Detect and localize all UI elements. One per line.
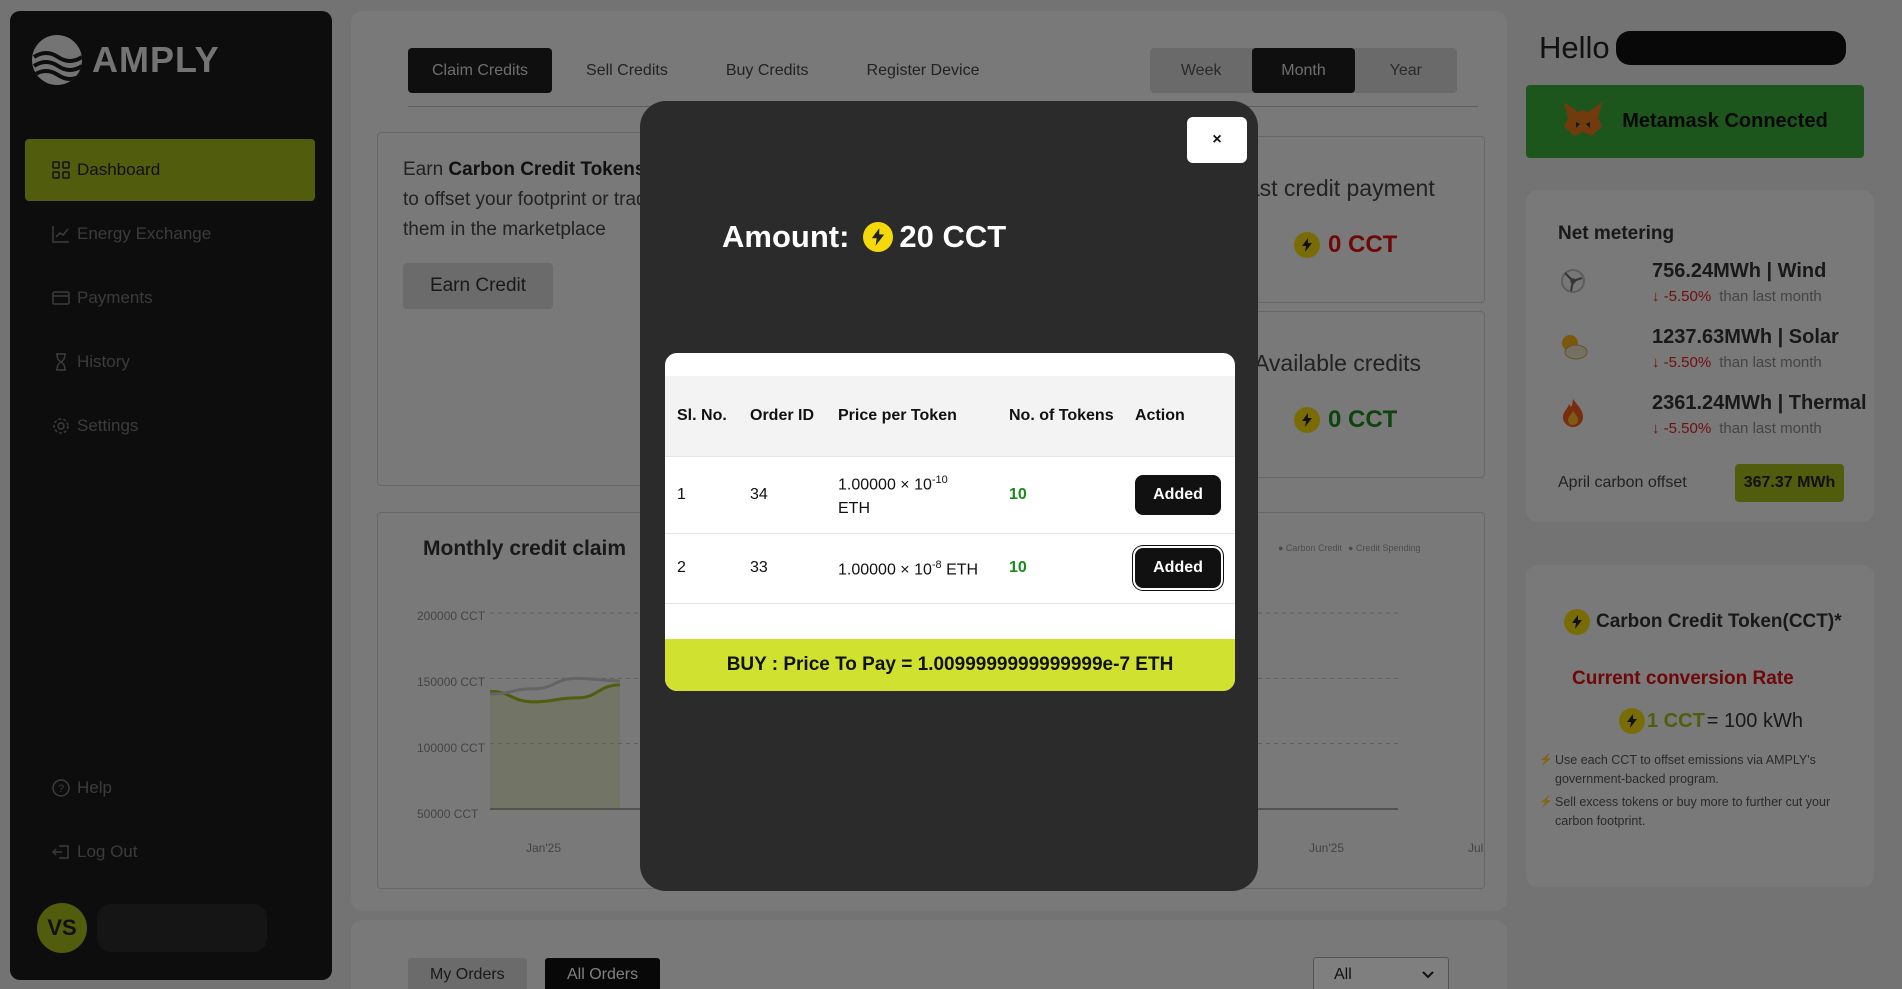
table-row: 1 34 1.00000 × 10-10 ETH 10 Added	[665, 456, 1235, 533]
amount-label: Amount:	[722, 219, 850, 254]
cell-price: 1.00000 × 10-10 ETH	[838, 473, 948, 518]
cell-action: Added	[1123, 533, 1235, 603]
amount-display: Amount: 20 CCT	[722, 219, 1006, 255]
buy-button[interactable]: BUY : Price To Pay = 1.0099999999999999e…	[665, 639, 1235, 691]
selected-orders-table: Sl. No. Order ID Price per Token No. of …	[665, 353, 1235, 691]
col-price: Price per Token	[838, 406, 957, 424]
table-header-row: Sl. No. Order ID Price per Token No. of …	[665, 376, 1235, 456]
added-button[interactable]: Added	[1135, 548, 1221, 588]
col-tokens: No. of Tokens	[1009, 406, 1114, 424]
cell-tokens: 10	[1009, 485, 1027, 503]
cell-order-id: 33	[750, 559, 768, 576]
cell-sl: 1	[677, 485, 686, 503]
cell-tokens: 10	[1009, 559, 1027, 576]
amount-value: 20 CCT	[863, 219, 1006, 255]
col-action: Action	[1135, 406, 1185, 424]
close-button[interactable]: ×	[1187, 117, 1247, 163]
buy-modal: × Amount: 20 CCT Sl. No. Order ID Price …	[640, 101, 1258, 891]
col-order-id: Order ID	[750, 406, 815, 424]
bolt-icon	[863, 222, 894, 252]
table-row: 2 33 1.00000 × 10-8 ETH 10 Added	[665, 533, 1235, 603]
added-button[interactable]: Added	[1135, 474, 1221, 515]
cell-order-id: 34	[750, 485, 768, 503]
cell-action: Added	[1123, 456, 1235, 533]
cell-sl: 2	[677, 559, 686, 576]
cell-price: 1.00000 × 10-8 ETH	[838, 559, 979, 579]
col-sl-no: Sl. No.	[677, 406, 727, 424]
